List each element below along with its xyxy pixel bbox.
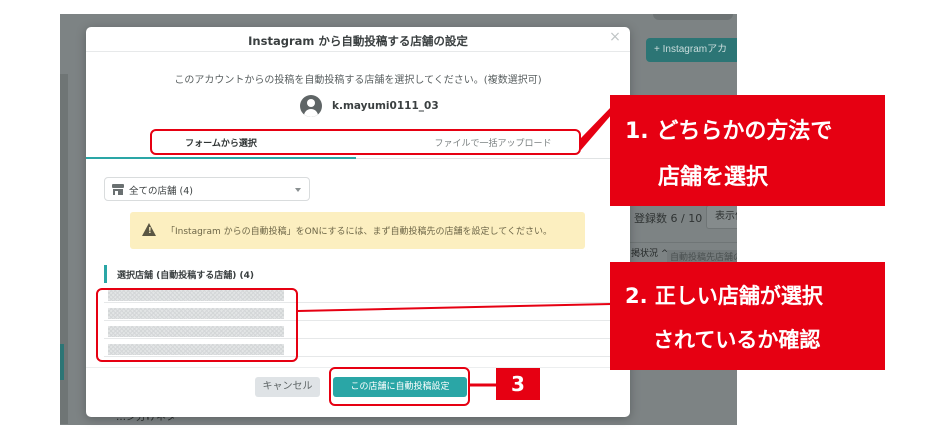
annotation-list-highlight [96, 288, 298, 362]
selected-stores-title: 選択店舗 (自動投稿する店舗) (4) [117, 268, 254, 281]
annotation-tabs-highlight [150, 129, 581, 155]
tab-active-indicator [86, 157, 356, 159]
instruction-text: このアカウントからの投稿を自動投稿する店舗を選択してください。(複数選択可) [174, 75, 542, 86]
background-add-instagram-button[interactable]: + Instagramアカ [646, 38, 737, 62]
modal-header: Instagram から自動投稿する店舗の設定 × [86, 27, 630, 52]
annotation-step-1-line-2: 店舗を選択 [658, 165, 769, 190]
store-filter-select[interactable]: 全ての店舗 (4) [104, 177, 310, 201]
account-info: k.mayumi0111_03 [300, 95, 439, 117]
modal-title: Instagram から自動投稿する店舗の設定 [248, 34, 468, 48]
background-row-line [628, 242, 737, 243]
annotation-button-highlight [329, 367, 470, 406]
annotation-step-2: 2. 正しい店舗が選択 されているか確認 [610, 262, 885, 370]
annotation-step-3: 3 [496, 368, 540, 400]
background-status-column: 掲状況 ^ [631, 249, 669, 259]
close-icon[interactable]: × [608, 30, 622, 44]
store-filter-value: 全ての店舗 (4) [129, 186, 193, 197]
screenshot-stage: + Instagramアカ 登録数 6 / 10 表示件 掲状況 ^ 自動投稿先… [0, 0, 925, 442]
background-view-button[interactable]: 表示件 [706, 205, 737, 229]
chevron-down-icon [295, 188, 301, 192]
background-count-text: 登録数 6 / 10 [634, 212, 703, 225]
warning-text: 「Instagram からの自動投稿」をONにするには、まず自動投稿先の店舗を設… [166, 227, 553, 237]
selected-stores-header: 選択店舗 (自動投稿する店舗) (4) [104, 265, 630, 283]
warning-icon-mark: ! [148, 226, 152, 235]
selected-stores-title-text: 選択店舗 (自動投稿する店舗) [117, 271, 237, 281]
store-icon [112, 184, 124, 195]
annotation-step-1: 1. どちらかの方法で 店舗を選択 [610, 95, 885, 206]
annotation-step-2-line-1: 2. 正しい店舗が選択 [625, 284, 823, 308]
cancel-button[interactable]: キャンセル [255, 377, 320, 397]
annotation-step-2-line-2: されているか確認 [653, 328, 821, 352]
selected-stores-count: (4) [239, 271, 255, 281]
background-top-pill [653, 14, 733, 20]
annotation-step-1-line-1: 1. どちらかの方法で [625, 119, 833, 144]
avatar-icon [300, 95, 322, 117]
account-name: k.mayumi0111_03 [332, 100, 439, 112]
background-sidebar-active-marker [60, 344, 64, 380]
warning-banner: ! 「Instagram からの自動投稿」をONにするには、まず自動投稿先の店舗… [130, 212, 585, 249]
